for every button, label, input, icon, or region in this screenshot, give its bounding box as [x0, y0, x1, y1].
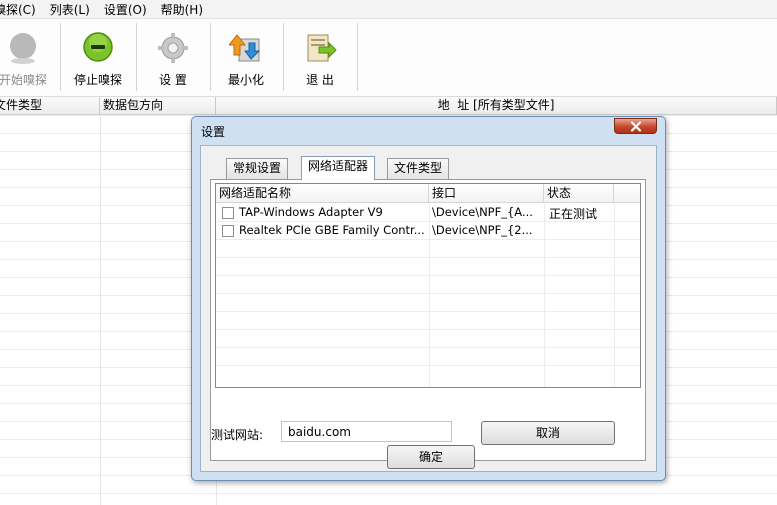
exit-button[interactable]: 退 出 [287, 23, 353, 93]
adapter-row[interactable]: TAP-Windows Adapter V9 \Device\NPF_{A...… [216, 204, 640, 222]
ok-button[interactable]: 确定 [387, 445, 475, 469]
cancel-button[interactable]: 取消 [481, 421, 615, 445]
test-site-input[interactable] [281, 421, 452, 442]
grid-divider [100, 115, 101, 505]
toolbar: 开始嗅探 停止嗅探 设 置 最小化 退 出 [0, 19, 777, 97]
adapter-list-header: 网络适配名称 接口 状态 [216, 184, 640, 203]
adapter-name: Realtek PCIe GBE Family Contr... [239, 223, 425, 237]
settings-label: 设 置 [159, 73, 187, 87]
dialog-title: 设置 [201, 125, 226, 139]
adapter-list[interactable]: 网络适配名称 接口 状态 TAP-Windows Adapter V9 \Dev… [215, 183, 641, 388]
adapter-checkbox[interactable] [222, 207, 234, 219]
toolbar-separator [283, 23, 284, 91]
column-adapter-name[interactable]: 网络适配名称 [216, 184, 429, 203]
dialog-close-button[interactable] [614, 118, 657, 134]
stop-sniff-label: 停止嗅探 [73, 73, 122, 87]
minimize-label: 最小化 [227, 73, 264, 87]
test-site-label: 测试网站: [211, 428, 264, 442]
capture-list-header: 文件类型 数据包方向 地 址 [所有类型文件] [0, 97, 777, 115]
list-divider [216, 311, 640, 312]
network-adapter-panel: 网络适配名称 接口 状态 TAP-Windows Adapter V9 \Dev… [210, 179, 646, 461]
record-icon [10, 33, 36, 64]
start-sniff-label: 开始嗅探 [0, 73, 47, 87]
list-divider [216, 257, 640, 258]
exit-label: 退 出 [306, 73, 334, 87]
list-divider [216, 329, 640, 330]
adapter-interface: \Device\NPF_{A... [432, 205, 533, 219]
list-divider [216, 293, 640, 294]
stop-icon [83, 32, 113, 62]
minimize-arrow-icon [229, 34, 261, 62]
toolbar-separator [60, 23, 61, 91]
toolbar-separator [210, 23, 211, 91]
menu-help[interactable]: 帮助(H) [161, 1, 203, 18]
list-divider [216, 347, 640, 348]
start-sniff-button[interactable]: 开始嗅探 [0, 23, 56, 93]
menu-sniff[interactable]: 嗅探(C) [0, 1, 36, 18]
gear-icon [158, 33, 188, 63]
toolbar-separator [136, 23, 137, 91]
menu-bar: 嗅探(C) 列表(L) 设置(O) 帮助(H) [0, 0, 777, 19]
column-interface[interactable]: 接口 [429, 184, 544, 203]
column-direction[interactable]: 数据包方向 [100, 97, 216, 115]
close-icon [630, 120, 641, 132]
column-spacer [614, 184, 640, 203]
tab-file-type[interactable]: 文件类型 [387, 158, 450, 179]
adapter-interface: \Device\NPF_{2... [432, 223, 533, 237]
list-divider [216, 275, 640, 276]
menu-list[interactable]: 列表(L) [50, 1, 90, 18]
settings-dialog: 设置 常规设置 网络适配器 文件类型 网络适配名称 接口 状态 TAP-Wind… [191, 116, 666, 481]
column-file-type[interactable]: 文件类型 [0, 97, 100, 115]
adapter-status: 正在测试 [549, 207, 598, 221]
settings-button[interactable]: 设 置 [140, 23, 206, 93]
column-status[interactable]: 状态 [544, 184, 614, 203]
adapter-row[interactable]: Realtek PCIe GBE Family Contr... \Device… [216, 222, 640, 240]
list-divider [216, 365, 640, 366]
stop-sniff-button[interactable]: 停止嗅探 [63, 23, 133, 93]
tab-network-adapter[interactable]: 网络适配器 [301, 156, 376, 180]
toolbar-separator [357, 23, 358, 91]
menu-settings[interactable]: 设置(O) [104, 1, 147, 18]
adapter-name: TAP-Windows Adapter V9 [239, 205, 383, 219]
column-address[interactable]: 地 址 [所有类型文件] [216, 97, 777, 115]
adapter-checkbox[interactable] [222, 225, 234, 237]
exit-icon [307, 34, 337, 62]
dialog-body: 常规设置 网络适配器 文件类型 网络适配名称 接口 状态 TAP-Windows… [200, 145, 657, 472]
tab-general-settings[interactable]: 常规设置 [226, 158, 289, 179]
minimize-button[interactable]: 最小化 [213, 23, 279, 93]
